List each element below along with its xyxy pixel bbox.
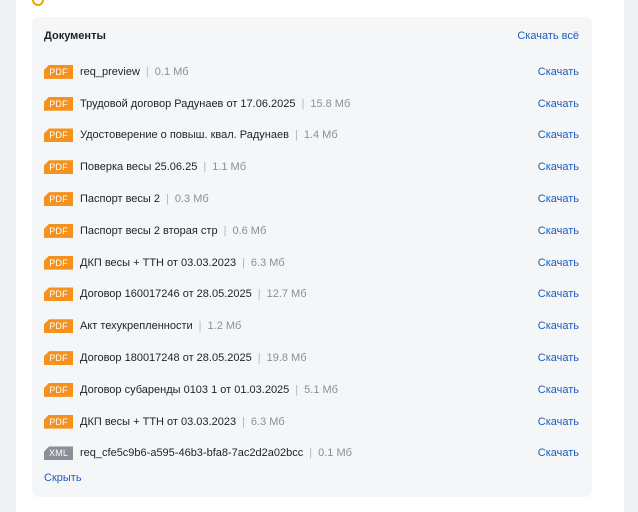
document-row: PDF req_preview | 0.1 Мб Скачать bbox=[44, 56, 579, 88]
pdf-file-icon: PDF bbox=[44, 192, 73, 207]
download-link[interactable]: Скачать bbox=[538, 129, 579, 141]
documents-header: Документы Скачать всё bbox=[44, 28, 579, 44]
pdf-file-icon: PDF bbox=[44, 64, 73, 79]
document-size: 5.1 Мб bbox=[304, 383, 338, 396]
document-info: PDF Акт техукрепленности | 1.2 Мб bbox=[44, 319, 242, 334]
document-info: PDF Договор субаренды 0103 1 от 01.03.202… bbox=[44, 382, 338, 397]
document-name: Паспорт весы 2 bbox=[80, 193, 160, 206]
document-row: XML req_cfe5c9b6-a595-46b3-bfa8-7ac2d2a02… bbox=[44, 438, 579, 470]
separator: | bbox=[242, 415, 245, 428]
document-name: ДКП весы + ТТН от 03.03.2023 bbox=[80, 256, 237, 269]
download-link[interactable]: Скачать bbox=[538, 193, 579, 205]
pdf-file-icon: PDF bbox=[44, 382, 73, 397]
hide-link[interactable]: Скрыть bbox=[44, 472, 82, 484]
document-size: 0.6 Мб bbox=[232, 224, 267, 237]
document-name: Договор 160017246 от 28.05.2025 bbox=[80, 288, 252, 301]
download-link[interactable]: Скачать bbox=[538, 447, 579, 459]
document-size: 1.4 Мб bbox=[303, 129, 338, 142]
status-circle-icon bbox=[32, 0, 44, 6]
download-link[interactable]: Скачать bbox=[538, 320, 579, 332]
separator: | bbox=[295, 383, 299, 396]
download-link[interactable]: Скачать bbox=[538, 288, 579, 300]
download-all-link[interactable]: Скачать всё bbox=[517, 30, 579, 42]
document-size: 12.7 Мб bbox=[266, 288, 307, 301]
document-size: 19.8 Мб bbox=[266, 352, 307, 365]
pdf-file-icon: PDF bbox=[44, 319, 73, 334]
document-row: PDF Паспорт весы 2 вторая стр | 0.6 Мб Скача… bbox=[44, 215, 579, 247]
document-info: PDF req_preview | 0.1 Мб bbox=[44, 64, 189, 79]
document-info: PDF Паспорт весы 2 вторая стр | 0.6 Мб bbox=[44, 223, 267, 238]
document-row: PDF Договор 180017248 от 28.05.2025 | 19.8 … bbox=[44, 342, 579, 374]
document-row: PDF ДКП весы + ТТН от 03.03.2023 | 6.3 Мб Ск… bbox=[44, 247, 579, 279]
document-name: Удостоверение о повыш. квал. Радунаев bbox=[80, 129, 289, 142]
document-name: Договор 180017248 от 28.05.2025 bbox=[80, 352, 252, 365]
document-size: 0.1 Мб bbox=[154, 65, 189, 78]
document-row: PDF ДКП весы + ТТН от 03.03.2023 | 6.3 Мб Ск… bbox=[44, 406, 579, 438]
download-link[interactable]: Скачать bbox=[538, 384, 579, 396]
document-info: PDF Договор 160017246 от 28.05.2025 | 12.7 … bbox=[44, 287, 307, 302]
separator: | bbox=[223, 224, 227, 237]
separator: | bbox=[166, 193, 169, 206]
download-link[interactable]: Скачать bbox=[538, 225, 579, 237]
document-name: Поверка весы 25.06.25 bbox=[80, 161, 198, 174]
separator: | bbox=[301, 97, 305, 110]
document-row: PDF Договор 160017246 от 28.05.2025 | 12.7 … bbox=[44, 279, 579, 311]
download-link[interactable]: Скачать bbox=[538, 66, 579, 78]
documents-panel: Документы Скачать всё PDF req_preview | 0.1… bbox=[32, 17, 592, 497]
pdf-file-icon: PDF bbox=[44, 223, 73, 238]
download-link[interactable]: Скачать bbox=[538, 352, 579, 364]
document-size: 15.8 Мб bbox=[310, 97, 351, 110]
document-info: PDF Трудовой договор Радунаев от 17.06.20… bbox=[44, 96, 351, 111]
pdf-file-icon: PDF bbox=[44, 287, 73, 302]
download-link[interactable]: Скачать bbox=[538, 257, 579, 269]
document-name: Договор субаренды 0103 1 от 01.03.2025 bbox=[80, 383, 290, 396]
separator: | bbox=[203, 161, 207, 174]
separator: | bbox=[145, 65, 149, 78]
document-info: PDF Удостоверение о повыш. квал. Радунаев… bbox=[44, 128, 338, 143]
document-name: Паспорт весы 2 вторая стр bbox=[80, 224, 218, 237]
document-name: ДКП весы + ТТН от 03.03.2023 bbox=[80, 415, 237, 428]
document-size: 6.3 Мб bbox=[250, 415, 285, 428]
separator: | bbox=[242, 256, 245, 269]
separator: | bbox=[257, 352, 261, 365]
pdf-file-icon: PDF bbox=[44, 414, 73, 429]
document-size: 0.1 Мб bbox=[318, 447, 352, 460]
document-info: PDF Паспорт весы 2 | 0.3 Мб bbox=[44, 192, 209, 207]
download-link[interactable]: Скачать bbox=[538, 161, 579, 173]
separator: | bbox=[257, 288, 261, 301]
pdf-file-icon: PDF bbox=[44, 96, 73, 111]
separator: | bbox=[294, 129, 298, 142]
document-info: PDF ДКП весы + ТТН от 03.03.2023 | 6.3 Мб bbox=[44, 414, 285, 429]
document-size: 6.3 Мб bbox=[250, 256, 285, 269]
documents-list: PDF req_preview | 0.1 Мб Скачать PDF Трудовой … bbox=[44, 56, 579, 469]
document-info: PDF Поверка весы 25.06.25 | 1.1 Мб bbox=[44, 160, 246, 175]
documents-title: Документы bbox=[44, 30, 106, 42]
separator: | bbox=[309, 447, 313, 460]
document-name: req_preview bbox=[80, 65, 140, 78]
pdf-file-icon: PDF bbox=[44, 160, 73, 175]
document-row: PDF Удостоверение о повыш. квал. Радунаев… bbox=[44, 120, 579, 152]
document-name: Акт техукрепленности bbox=[80, 320, 193, 333]
document-row: PDF Акт техукрепленности | 1.2 Мб Скачать bbox=[44, 310, 579, 342]
document-name: req_cfe5c9b6-a595-46b3-bfa8-7ac2d2a02bcc bbox=[80, 447, 304, 460]
document-size: 0.3 Мб bbox=[174, 193, 209, 206]
separator: | bbox=[198, 320, 202, 333]
document-row: PDF Договор субаренды 0103 1 от 01.03.202… bbox=[44, 374, 579, 406]
document-info: XML req_cfe5c9b6-a595-46b3-bfa8-7ac2d2a02… bbox=[44, 446, 352, 461]
xml-file-icon: XML bbox=[44, 446, 73, 461]
document-row: PDF Трудовой договор Радунаев от 17.06.20… bbox=[44, 88, 579, 120]
document-row: PDF Паспорт весы 2 | 0.3 Мб Скачать bbox=[44, 183, 579, 215]
documents-card: Документы Скачать всё PDF req_preview | 0.1… bbox=[16, 0, 624, 512]
document-size: 1.1 Мб bbox=[212, 161, 246, 174]
document-name: Трудовой договор Радунаев от 17.06.2025 bbox=[80, 97, 296, 110]
document-info: PDF Договор 180017248 от 28.05.2025 | 19.8 … bbox=[44, 351, 307, 366]
document-info: PDF ДКП весы + ТТН от 03.03.2023 | 6.3 Мб bbox=[44, 255, 285, 270]
pdf-file-icon: PDF bbox=[44, 128, 73, 143]
document-row: PDF Поверка весы 25.06.25 | 1.1 Мб Скачать bbox=[44, 151, 579, 183]
download-link[interactable]: Скачать bbox=[538, 416, 579, 428]
document-size: 1.2 Мб bbox=[207, 320, 242, 333]
download-link[interactable]: Скачать bbox=[538, 98, 579, 110]
pdf-file-icon: PDF bbox=[44, 351, 73, 366]
pdf-file-icon: PDF bbox=[44, 255, 73, 270]
